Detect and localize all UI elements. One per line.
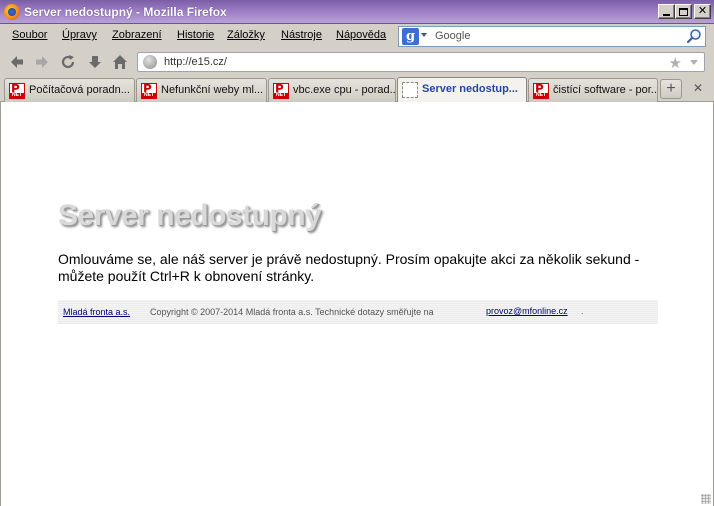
search-engine-dropdown-icon[interactable]: [421, 33, 427, 37]
page-footer: Mladá fronta a.s. Copyright © 2007-2014 …: [58, 300, 658, 324]
page-heading: Server nedostupný: [58, 199, 322, 232]
tab-label: vbc.exe cpu - porad...: [293, 84, 396, 96]
tab-label: čistící software - por...: [553, 84, 658, 96]
firefox-icon: [4, 4, 20, 20]
pcnet-favicon-icon: [533, 82, 549, 99]
blank-page-icon: [402, 82, 418, 98]
back-button[interactable]: [8, 53, 26, 71]
url-input[interactable]: http://e15.cz/: [164, 56, 227, 68]
site-identity-icon[interactable]: [143, 55, 157, 69]
address-bar[interactable]: http://e15.cz/ ★: [137, 52, 705, 72]
new-tab-button[interactable]: +: [660, 79, 682, 99]
home-button[interactable]: [111, 53, 129, 71]
download-arrow-icon: [89, 56, 101, 68]
error-message: Omlouváme se, ale náš server je právě ne…: [58, 251, 640, 284]
close-icon: ✕: [692, 81, 704, 95]
tab-nefunkcni-weby[interactable]: Nefunkční weby ml...: [136, 78, 267, 102]
footer-trailing: .: [581, 306, 584, 316]
menu-zalozky[interactable]: Záložky: [227, 29, 265, 41]
tab-pocitacova-poradna[interactable]: Počítačová poradn...: [4, 78, 135, 102]
pcnet-favicon-icon: [273, 82, 289, 99]
menu-zobrazeni[interactable]: Zobrazení: [112, 29, 162, 41]
page-content: Server nedostupný Omlouváme se, ale náš …: [0, 102, 714, 506]
search-input[interactable]: Google: [435, 30, 470, 42]
search-icon[interactable]: [686, 28, 702, 44]
forward-button[interactable]: [33, 53, 51, 71]
back-arrow-icon: [11, 56, 23, 68]
maximize-button[interactable]: [675, 4, 692, 19]
tab-label: Nefunkční weby ml...: [161, 84, 264, 96]
support-email-link[interactable]: provoz@mfonline.cz: [486, 306, 568, 316]
menu-historie[interactable]: Historie: [177, 29, 214, 41]
search-box[interactable]: g Google: [398, 26, 706, 47]
close-icon: ✕: [697, 5, 708, 17]
reload-icon: [61, 55, 75, 69]
home-icon: [113, 55, 127, 69]
copyright-text: Copyright © 2007-2014 Mladá fronta a.s. …: [150, 307, 434, 317]
list-all-tabs-button[interactable]: ✕: [690, 80, 706, 96]
pcnet-favicon-icon: [141, 82, 157, 99]
forward-arrow-icon: [36, 56, 48, 68]
bookmark-star-icon[interactable]: ★: [669, 54, 682, 72]
tab-vbc-exe[interactable]: vbc.exe cpu - porad...: [268, 78, 396, 102]
pcnet-favicon-icon: [9, 82, 25, 99]
tab-server-nedostupny[interactable]: Server nedostup...: [397, 77, 527, 103]
tab-label: Server nedostup...: [422, 83, 518, 95]
history-dropdown-icon[interactable]: [690, 60, 698, 65]
download-button[interactable]: [86, 53, 104, 71]
menu-upravy[interactable]: Úpravy: [62, 29, 97, 41]
plus-icon: +: [666, 80, 676, 97]
tab-label: Počítačová poradn...: [29, 84, 130, 96]
close-button[interactable]: ✕: [694, 4, 711, 19]
menu-soubor[interactable]: Soubor: [12, 29, 47, 41]
minimize-button[interactable]: [658, 4, 675, 19]
google-icon[interactable]: g: [402, 28, 419, 45]
window-title: Server nedostupný - Mozilla Firefox: [24, 5, 227, 19]
minimize-icon: [663, 13, 670, 16]
reload-button[interactable]: [59, 53, 77, 71]
menu-nastroje[interactable]: Nástroje: [281, 29, 322, 41]
tab-bar: Počítačová poradn... Nefunkční weby ml..…: [0, 76, 714, 103]
tab-cistici-software[interactable]: čistící software - por...: [528, 78, 658, 102]
company-link[interactable]: Mladá fronta a.s.: [63, 307, 130, 317]
maximize-icon: [679, 7, 688, 16]
window-titlebar: Server nedostupný - Mozilla Firefox ✕: [0, 0, 714, 24]
menu-napoveda[interactable]: Nápověda: [336, 29, 386, 41]
resize-grip[interactable]: [701, 494, 711, 504]
